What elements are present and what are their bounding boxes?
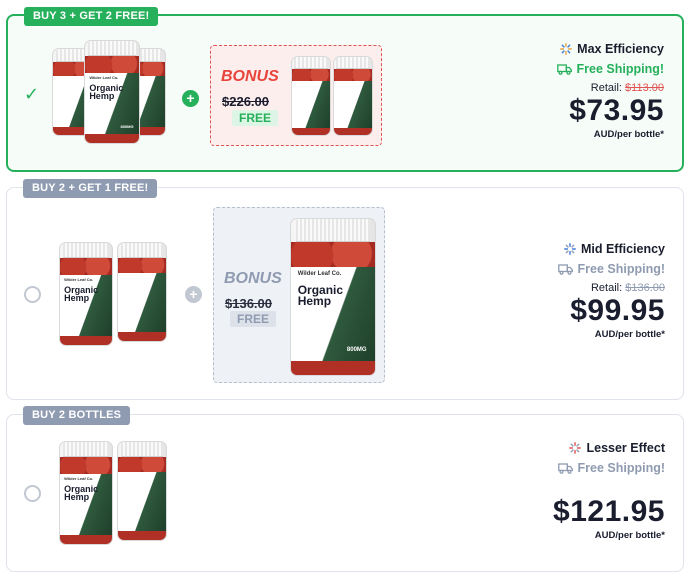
bonus-free-badge: FREE: [230, 311, 277, 327]
retail-row: Retail: $113.00: [557, 82, 664, 94]
product-name-line2: Hemp: [89, 91, 115, 102]
truck-icon: [557, 462, 573, 474]
sparkle-icon: [560, 43, 573, 55]
product-bottle: [117, 441, 167, 541]
retail-label: Retail:: [590, 282, 623, 294]
offer-card-buy2[interactable]: BUY 2 BOTTLES Wilder Leaf Co. Organic He…: [6, 406, 684, 572]
shipping-label: Free Shipping!: [577, 461, 666, 475]
product-name-line2: Hemp: [64, 293, 90, 304]
offer-card-buy3-get2[interactable]: BUY 3 + GET 2 FREE! ✓ Wilder Leaf Co. Or…: [6, 7, 684, 172]
efficiency-label: Mid Efficiency: [580, 242, 665, 256]
bonus-label: BONUS: [224, 270, 282, 287]
bonus-box: BONUS $226.00 FREE: [210, 45, 382, 146]
price-unit: AUD/per bottle*: [594, 329, 665, 340]
check-icon: ✓: [24, 84, 40, 104]
shipping-label: Free Shipping!: [577, 262, 666, 276]
offer-price: $99.95: [570, 294, 665, 327]
product-name-line2: Hemp: [297, 294, 332, 309]
offer-radio[interactable]: [24, 286, 41, 303]
efficiency-row: Lesser Effect: [553, 441, 665, 455]
offer-card-buy2-get1[interactable]: BUY 2 + GET 1 FREE! Wilder Leaf Co. Orga…: [6, 179, 684, 400]
product-bottles-group: Wilder Leaf Co. Organic Hemp: [59, 435, 169, 555]
price-unit: AUD/per bottle*: [593, 129, 664, 140]
offer-radio[interactable]: [24, 485, 41, 502]
offer-tag: BUY 2 BOTTLES: [23, 406, 131, 425]
efficiency-label: Max Efficiency: [577, 42, 664, 56]
product-bottle: Wilder Leaf Co. Organic Hemp 800MG: [84, 40, 140, 144]
product-brand: Wilder Leaf Co.: [297, 271, 342, 278]
truck-icon: [556, 63, 572, 75]
offer-info: Mid Efficiency Free Shipping! Retail: $1…: [557, 242, 666, 340]
product-brand: Wilder Leaf Co.: [64, 476, 94, 482]
bonus-bottle: [333, 56, 373, 136]
retail-label: Retail:: [590, 82, 622, 94]
truck-icon: [557, 263, 573, 275]
offer-price: $73.95: [569, 94, 664, 127]
product-bottle: [117, 242, 167, 342]
shipping-label: Free Shipping!: [576, 62, 665, 76]
product-bottle: Wilder Leaf Co. Organic Hemp: [59, 441, 113, 545]
efficiency-label: Lesser Effect: [586, 441, 665, 455]
offer-tag: BUY 3 + GET 2 FREE!: [24, 7, 159, 26]
plus-icon: +: [182, 90, 199, 107]
shipping-row: Free Shipping!: [557, 262, 666, 276]
bonus-box: BONUS $136.00 FREE Wilder Leaf Co. Organ…: [213, 207, 385, 383]
offer-tag: BUY 2 + GET 1 FREE!: [23, 179, 158, 198]
sparkle-icon: [564, 243, 576, 255]
plus-icon: +: [185, 286, 202, 303]
retail-price: $136.00: [625, 282, 665, 294]
efficiency-row: Max Efficiency: [557, 42, 664, 56]
product-strength: 800MG: [120, 123, 134, 129]
offer-info: Max Efficiency Free Shipping! Retail: $1…: [556, 42, 665, 140]
bonus-label: BONUS: [221, 68, 279, 85]
product-bottles-group: Wilder Leaf Co. Organic Hemp: [59, 232, 169, 352]
bonus-free-badge: FREE: [232, 110, 279, 126]
product-bottle: Wilder Leaf Co. Organic Hemp: [59, 242, 113, 346]
bonus-bottle: [291, 56, 331, 136]
sparkle-icon: [569, 442, 582, 454]
product-bottles-group: Wilder Leaf Co. Organic Hemp 800MG: [52, 36, 172, 148]
price-unit: AUD/per bottle*: [594, 530, 665, 541]
shipping-row: Free Shipping!: [556, 62, 665, 76]
retail-price: $113.00: [625, 82, 664, 94]
product-brand: Wilder Leaf Co.: [64, 277, 94, 283]
efficiency-row: Mid Efficiency: [558, 242, 665, 256]
product-name-line2: Hemp: [64, 492, 90, 503]
offer-info: Lesser Effect Free Shipping! $121.95 AUD…: [553, 441, 665, 541]
retail-row: Retail: $136.00: [558, 282, 665, 294]
bonus-original-price: $226.00: [222, 94, 269, 109]
product-brand: Wilder Leaf Co.: [89, 75, 119, 81]
bonus-bottle: Wilder Leaf Co. Organic Hemp 800MG: [290, 218, 376, 376]
offer-price: $121.95: [553, 495, 665, 528]
shipping-row: Free Shipping!: [553, 461, 665, 475]
product-strength: 800MG: [346, 347, 367, 354]
bonus-original-price: $136.00: [225, 296, 272, 311]
